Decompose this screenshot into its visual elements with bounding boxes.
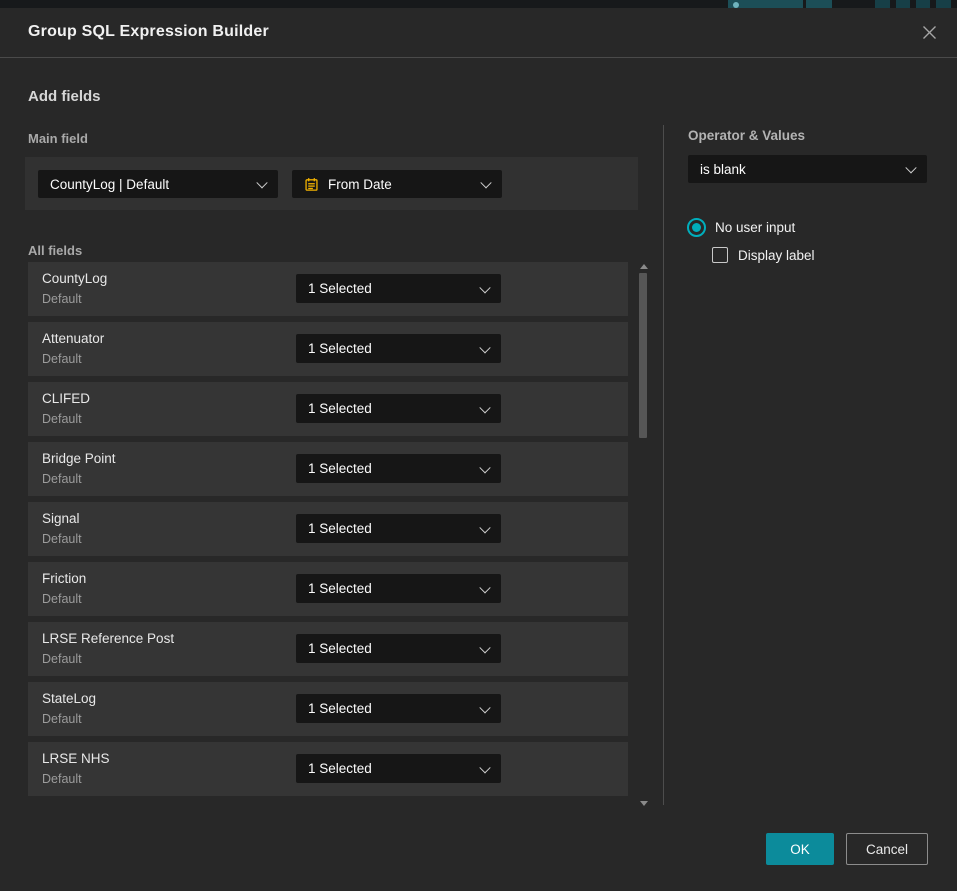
chevron-down-icon [256, 177, 267, 188]
close-button[interactable] [915, 18, 943, 46]
field-subtitle: Default [42, 472, 82, 486]
field-row: Attenuator Default 1 Selected [28, 322, 628, 376]
scroll-up-arrow-icon[interactable] [640, 264, 648, 269]
chevron-down-icon [479, 282, 490, 293]
calendar-icon [304, 177, 319, 192]
field-selection-value: 1 Selected [308, 401, 372, 416]
scroll-down-arrow-icon[interactable] [640, 801, 648, 806]
no-user-input-option[interactable]: No user input [687, 218, 795, 237]
field-selection-dropdown[interactable]: 1 Selected [296, 694, 501, 723]
field-row: LRSE NHS Default 1 Selected [28, 742, 628, 796]
field-name: Attenuator [42, 331, 104, 346]
field-row: StateLog Default 1 Selected [28, 682, 628, 736]
chevron-down-icon [479, 462, 490, 473]
display-label-checkbox[interactable] [712, 247, 728, 263]
scrollbar-thumb[interactable] [639, 273, 647, 438]
group-sql-expression-builder-dialog: Group SQL Expression Builder Add fields … [0, 8, 957, 891]
field-selection-dropdown[interactable]: 1 Selected [296, 394, 501, 423]
chevron-down-icon [479, 402, 490, 413]
main-field-field-value: From Date [328, 177, 392, 192]
chevron-down-icon [479, 642, 490, 653]
field-selection-value: 1 Selected [308, 341, 372, 356]
main-field-container: CountyLog | Default From Date [25, 157, 638, 210]
operator-dropdown[interactable]: is blank [688, 155, 927, 183]
field-name: CountyLog [42, 271, 107, 286]
field-subtitle: Default [42, 592, 82, 606]
chevron-down-icon [905, 162, 916, 173]
field-selection-dropdown[interactable]: 1 Selected [296, 574, 501, 603]
field-subtitle: Default [42, 412, 82, 426]
field-name: CLIFED [42, 391, 90, 406]
chevron-down-icon [479, 702, 490, 713]
field-selection-value: 1 Selected [308, 641, 372, 656]
operator-values-heading: Operator & Values [688, 128, 805, 143]
display-label-option[interactable]: Display label [712, 247, 815, 263]
field-selection-dropdown[interactable]: 1 Selected [296, 274, 501, 303]
main-field-layer-value: CountyLog | Default [50, 177, 169, 192]
dialog-titlebar: Group SQL Expression Builder [0, 8, 957, 58]
chevron-down-icon [479, 342, 490, 353]
display-label-label: Display label [738, 248, 815, 263]
all-fields-list: CountyLog Default 1 Selected Attenuator … [28, 262, 628, 802]
field-selection-value: 1 Selected [308, 701, 372, 716]
no-user-input-radio[interactable] [687, 218, 706, 237]
field-name: Bridge Point [42, 451, 116, 466]
field-selection-value: 1 Selected [308, 461, 372, 476]
field-subtitle: Default [42, 712, 82, 726]
ok-button[interactable]: OK [766, 833, 834, 865]
field-selection-dropdown[interactable]: 1 Selected [296, 754, 501, 783]
chevron-down-icon [480, 177, 491, 188]
background-app-strip [0, 0, 957, 8]
chevron-down-icon [479, 582, 490, 593]
add-fields-heading: Add fields [28, 88, 101, 105]
field-name: StateLog [42, 691, 96, 706]
cancel-button[interactable]: Cancel [846, 833, 928, 865]
field-selection-value: 1 Selected [308, 281, 372, 296]
field-selection-dropdown[interactable]: 1 Selected [296, 334, 501, 363]
field-subtitle: Default [42, 532, 82, 546]
field-selection-dropdown[interactable]: 1 Selected [296, 454, 501, 483]
dialog-title: Group SQL Expression Builder [28, 23, 269, 41]
field-name: LRSE Reference Post [42, 631, 174, 646]
chevron-down-icon [479, 762, 490, 773]
field-name: LRSE NHS [42, 751, 110, 766]
field-row: Friction Default 1 Selected [28, 562, 628, 616]
main-field-label: Main field [28, 131, 88, 146]
field-row: LRSE Reference Post Default 1 Selected [28, 622, 628, 676]
list-scrollbar[interactable] [637, 262, 651, 808]
field-selection-value: 1 Selected [308, 521, 372, 536]
field-row: CountyLog Default 1 Selected [28, 262, 628, 316]
background-button-fragment [936, 0, 951, 8]
background-button-fragment [728, 0, 803, 8]
main-field-field-dropdown[interactable]: From Date [292, 170, 502, 198]
field-selection-value: 1 Selected [308, 581, 372, 596]
field-subtitle: Default [42, 352, 82, 366]
field-row: CLIFED Default 1 Selected [28, 382, 628, 436]
field-subtitle: Default [42, 292, 82, 306]
field-subtitle: Default [42, 652, 82, 666]
no-user-input-label: No user input [715, 220, 795, 235]
field-name: Friction [42, 571, 86, 586]
field-subtitle: Default [42, 772, 82, 786]
field-name: Signal [42, 511, 80, 526]
field-row: Signal Default 1 Selected [28, 502, 628, 556]
field-row: Bridge Point Default 1 Selected [28, 442, 628, 496]
operator-value: is blank [700, 162, 746, 177]
chevron-down-icon [479, 522, 490, 533]
background-button-fragment [896, 0, 910, 8]
field-selection-dropdown[interactable]: 1 Selected [296, 634, 501, 663]
background-button-fragment [916, 0, 930, 8]
close-icon [915, 24, 943, 41]
field-selection-dropdown[interactable]: 1 Selected [296, 514, 501, 543]
panel-divider [663, 125, 664, 805]
background-button-fragment [806, 0, 832, 8]
field-selection-value: 1 Selected [308, 761, 372, 776]
background-button-fragment [875, 0, 890, 8]
all-fields-label: All fields [28, 243, 82, 258]
main-field-layer-dropdown[interactable]: CountyLog | Default [38, 170, 278, 198]
